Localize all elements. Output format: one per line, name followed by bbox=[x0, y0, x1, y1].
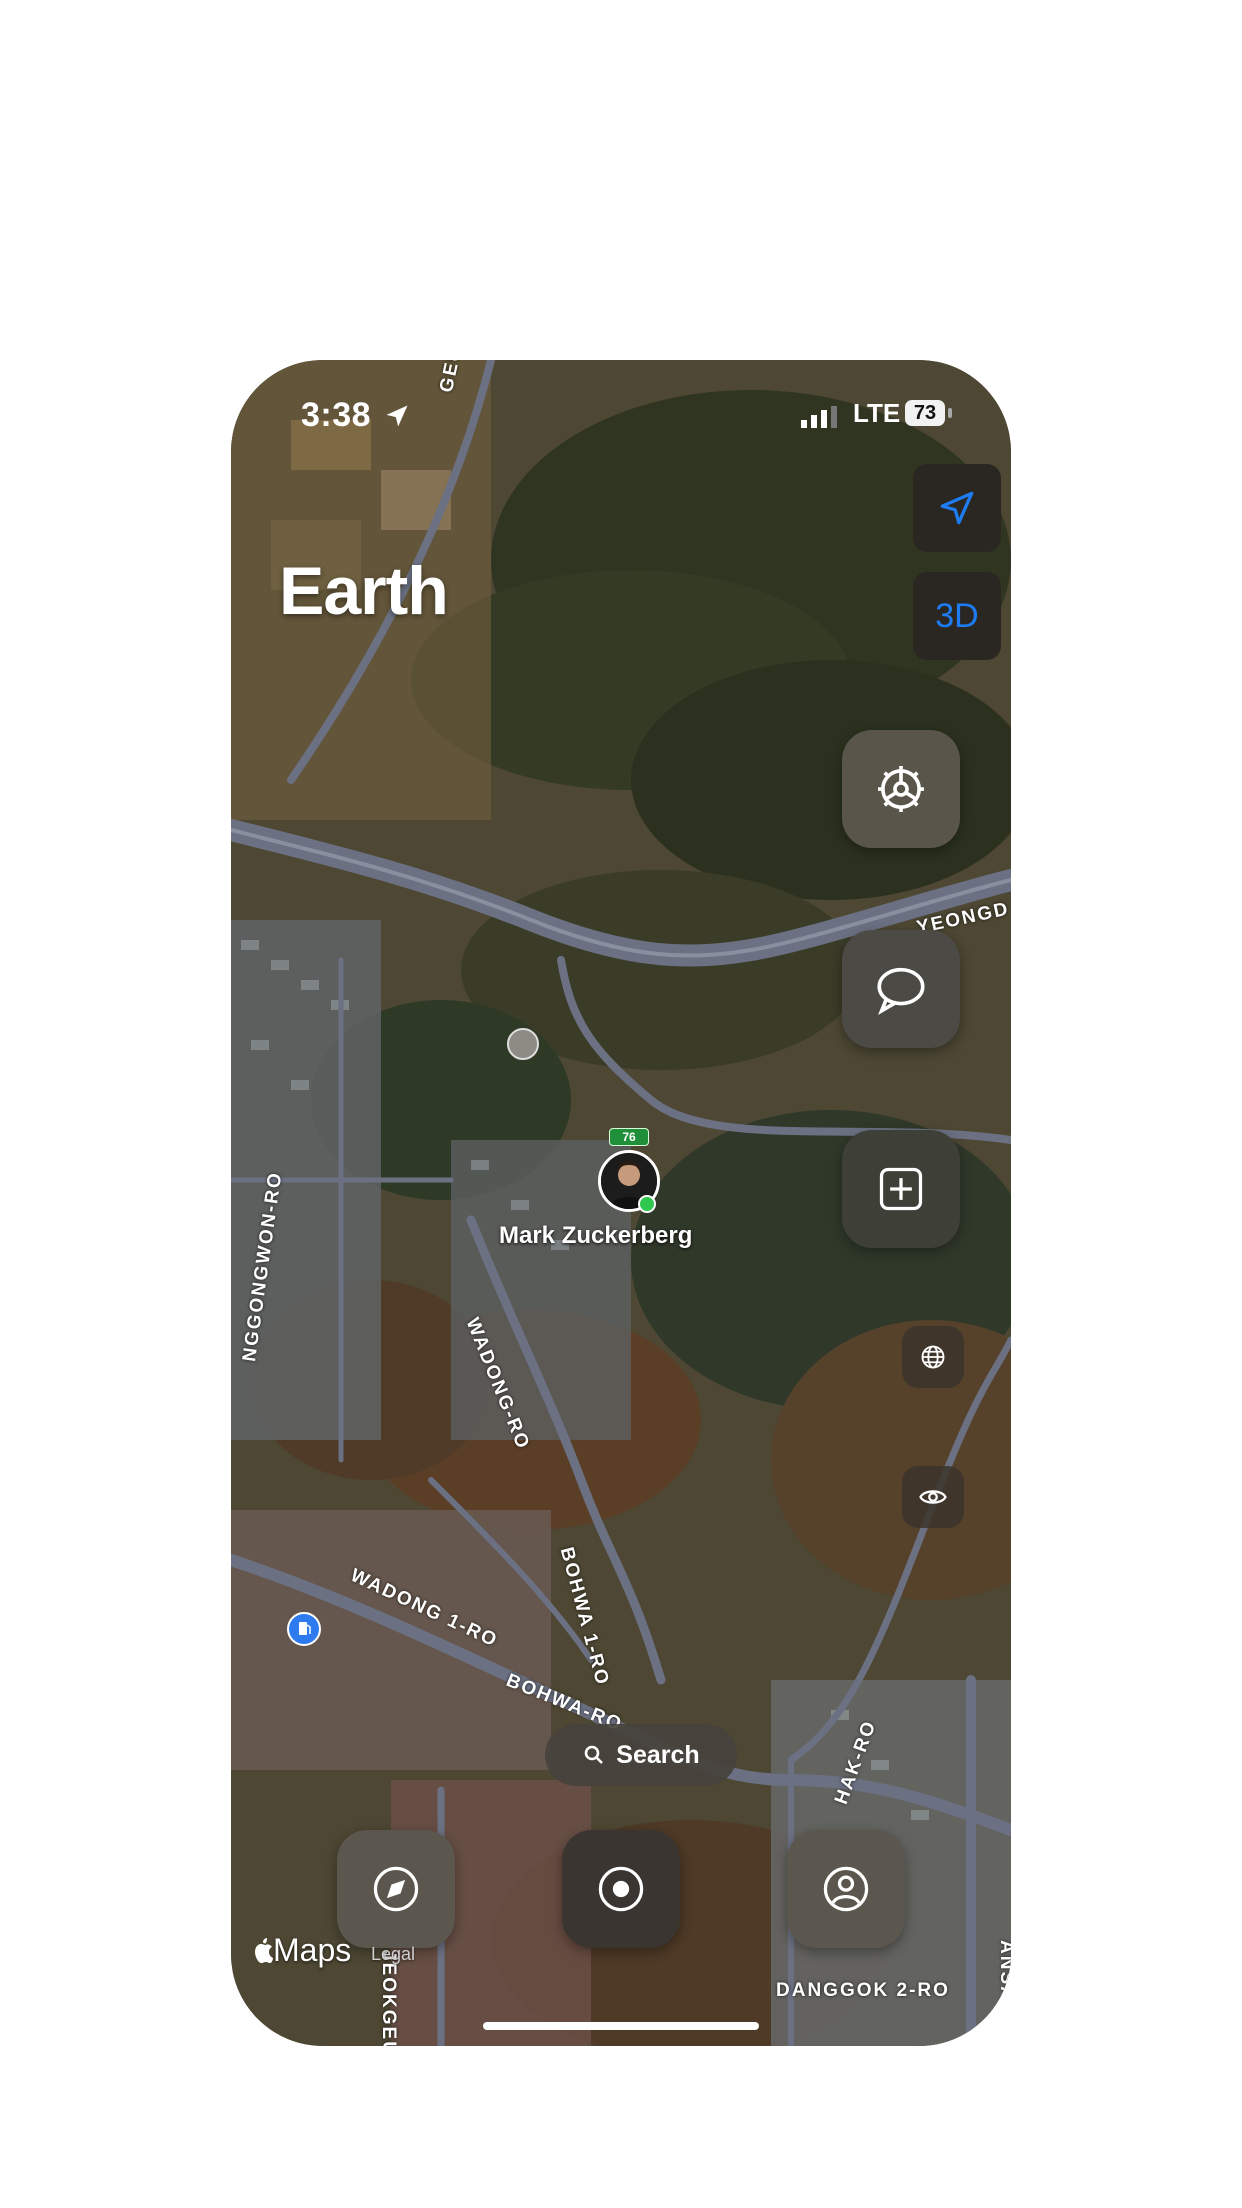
location-arrow-icon bbox=[940, 491, 974, 525]
chat-bubble-icon bbox=[877, 967, 925, 1015]
plus-square-icon bbox=[879, 1167, 923, 1211]
eye-icon bbox=[919, 1490, 947, 1504]
phone-screen: GEUMHW YEONGD NGGONGWON-RO WADONG-RO WAD… bbox=[231, 360, 1011, 2046]
network-type: LTE bbox=[853, 398, 901, 428]
legal-link[interactable]: Legal bbox=[371, 1944, 415, 1965]
online-status-dot bbox=[638, 1195, 656, 1213]
add-button[interactable] bbox=[842, 1130, 960, 1248]
gas-station-icon[interactable] bbox=[287, 1612, 321, 1646]
visibility-button[interactable] bbox=[902, 1466, 964, 1528]
road-label-ansan: ANSANG bbox=[996, 1940, 1011, 2035]
page-title: Earth bbox=[279, 553, 449, 629]
gear-icon bbox=[878, 766, 924, 812]
profile-icon bbox=[823, 1866, 869, 1912]
road-label-danggok-2: DANGGOK 2-RO bbox=[776, 1980, 950, 2001]
maps-brand-text: Maps bbox=[273, 1932, 352, 1968]
status-bar: 3:38 LTE 73 bbox=[231, 392, 1011, 442]
landmark-icon[interactable] bbox=[507, 1028, 539, 1060]
locate-me-button[interactable] bbox=[913, 464, 1001, 552]
search-label: Search bbox=[616, 1740, 700, 1769]
apple-logo-icon bbox=[255, 1938, 273, 1964]
messages-button[interactable] bbox=[842, 930, 960, 1048]
center-map-button[interactable] bbox=[562, 1830, 680, 1948]
settings-button[interactable] bbox=[842, 730, 960, 848]
battery-icon: 73 bbox=[905, 400, 945, 426]
globe-icon bbox=[921, 1345, 945, 1369]
compass-icon bbox=[373, 1866, 419, 1912]
toggle-3d-button[interactable]: 3D bbox=[913, 572, 1001, 660]
maps-logo: Maps bbox=[251, 1932, 351, 1969]
target-icon bbox=[598, 1866, 644, 1912]
search-icon bbox=[584, 1745, 604, 1764]
status-time: 3:38 bbox=[301, 396, 372, 434]
home-indicator[interactable] bbox=[483, 2022, 759, 2030]
location-services-icon bbox=[383, 402, 411, 435]
globe-button[interactable] bbox=[902, 1326, 964, 1388]
profile-button[interactable] bbox=[787, 1830, 905, 1948]
signal-icon bbox=[801, 406, 837, 433]
friend-name-label[interactable]: Mark Zuckerberg bbox=[499, 1222, 692, 1250]
explore-button[interactable] bbox=[337, 1830, 455, 1948]
friend-battery-badge: 76 bbox=[609, 1128, 649, 1146]
search-button[interactable]: Search bbox=[545, 1724, 737, 1786]
battery-nub bbox=[948, 408, 952, 418]
